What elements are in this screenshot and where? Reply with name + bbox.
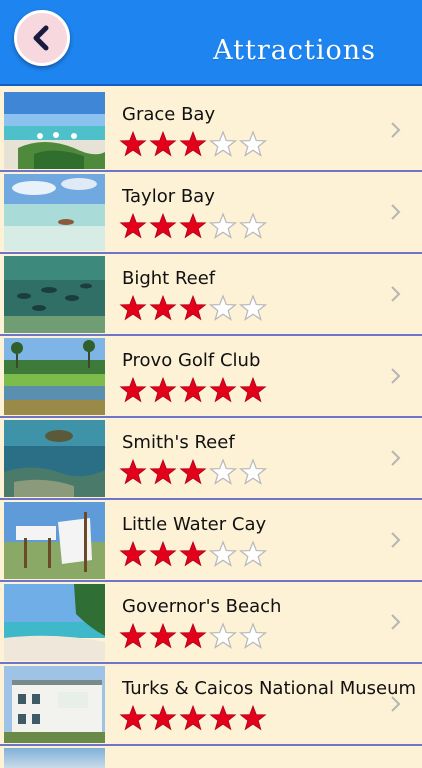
star-empty-icon [208,622,238,650]
star-filled-icon [238,376,268,404]
thumbnail-image [4,174,105,251]
thumbnail-image [4,584,105,661]
thumbnail-image [4,420,105,497]
list-item[interactable]: Smith's Reef [0,418,422,500]
star-filled-icon [118,130,148,158]
page-title: Attractions [213,35,376,66]
list-item[interactable]: Governor's Beach [0,582,422,664]
attraction-name: Taylor Bay [122,186,215,207]
star-filled-icon [148,130,178,158]
star-filled-icon [178,540,208,568]
star-empty-icon [208,458,238,486]
star-empty-icon [238,130,268,158]
attraction-name: Grace Bay [122,104,216,125]
star-empty-icon [208,130,238,158]
chevron-right-icon [390,203,402,221]
star-filled-icon [118,376,148,404]
list-item[interactable]: Little Water Cay [0,500,422,582]
star-filled-icon [118,212,148,240]
star-filled-icon [148,212,178,240]
star-filled-icon [178,458,208,486]
thumbnail-image [4,338,105,415]
star-filled-icon [148,704,178,732]
star-empty-icon [208,294,238,322]
chevron-right-icon [390,531,402,549]
star-filled-icon [118,294,148,322]
rating-stars [118,294,268,322]
rating-stars [118,622,268,650]
attractions-list: Grace Bay Taylor Bay Bight Reef Provo Go… [0,90,422,768]
rating-stars [118,212,268,240]
star-filled-icon [148,540,178,568]
rating-stars [118,130,268,158]
rating-stars [118,704,268,732]
star-filled-icon [178,704,208,732]
star-filled-icon [178,212,208,240]
thumbnail-image [4,748,105,768]
list-item[interactable]: Grace Bay [0,90,422,172]
attraction-name: Little Water Cay [122,514,267,535]
star-empty-icon [238,540,268,568]
chevron-right-icon [390,121,402,139]
chevron-right-icon [390,367,402,385]
star-filled-icon [208,704,238,732]
star-filled-icon [148,622,178,650]
back-button[interactable] [14,10,70,66]
list-item-partial[interactable] [0,746,422,768]
star-filled-icon [148,294,178,322]
chevron-right-icon [390,613,402,631]
attraction-name: Provo Golf Club [122,350,261,371]
list-item[interactable]: Bight Reef [0,254,422,336]
thumbnail-image [4,666,105,743]
chevron-right-icon [390,695,402,713]
thumbnail-image [4,256,105,333]
star-filled-icon [178,622,208,650]
star-empty-icon [238,294,268,322]
star-filled-icon [148,376,178,404]
star-empty-icon [208,540,238,568]
star-filled-icon [178,376,208,404]
chevron-left-icon [33,25,49,51]
rating-stars [118,376,268,404]
rating-stars [118,458,268,486]
list-item[interactable]: Taylor Bay [0,172,422,254]
star-empty-icon [238,622,268,650]
rating-stars [118,540,268,568]
star-filled-icon [118,540,148,568]
attraction-name: Bight Reef [122,268,216,289]
star-filled-icon [238,704,268,732]
star-filled-icon [178,130,208,158]
star-filled-icon [178,294,208,322]
thumbnail-image [4,502,105,579]
star-empty-icon [208,212,238,240]
star-filled-icon [148,458,178,486]
star-filled-icon [118,704,148,732]
thumbnail-image [4,92,105,169]
star-filled-icon [118,458,148,486]
navigation-bar: Attractions [0,0,422,86]
attraction-name: Turks & Caicos National Museum [122,678,417,699]
chevron-right-icon [390,285,402,303]
star-empty-icon [238,212,268,240]
star-filled-icon [118,622,148,650]
list-item[interactable]: Provo Golf Club [0,336,422,418]
chevron-right-icon [390,449,402,467]
star-empty-icon [238,458,268,486]
star-filled-icon [208,376,238,404]
list-item[interactable]: Turks & Caicos National Museum [0,664,422,746]
attraction-name: Smith's Reef [122,432,235,453]
attraction-name: Governor's Beach [122,596,282,617]
